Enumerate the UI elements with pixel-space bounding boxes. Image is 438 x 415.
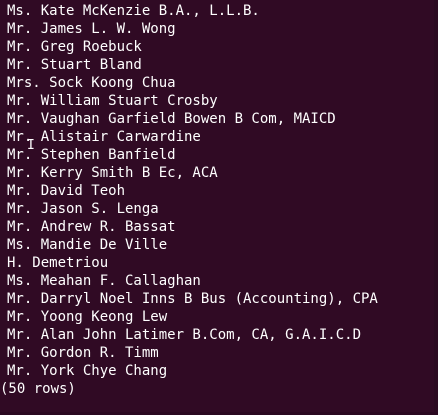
result-row: Ms. Meahan F. Callaghan [7,273,201,289]
result-row: Mr. Stephen Banfield [7,147,176,163]
result-row: Mr. Stuart Bland [7,57,142,73]
result-row: Mrs. Sock Koong Chua [7,75,176,91]
result-row: Mr. Jason S. Lenga [7,201,159,217]
result-row: H. Demetriou [7,255,109,271]
result-row: Mr. Alistair Carwardine [7,129,201,145]
result-row: Mr. Andrew R. Bassat [7,219,176,235]
result-row: Mr. Darryl Noel Inns B Bus (Accounting),… [7,291,378,307]
result-row: Ms. Kate McKenzie B.A., L.L.B. [7,3,260,19]
result-row: Mr. Gordon R. Timm [7,345,159,361]
row-count-footer: (50 rows) [0,381,76,397]
result-row: Mr. Greg Roebuck [7,39,142,55]
result-row: Mr. York Chye Chang [7,363,168,379]
result-row: Mr. David Teoh [7,183,126,199]
result-row: Mr. Alan John Latimer B.Com, CA, G.A.I.C… [7,327,362,343]
terminal-window[interactable]: Ms. Kate McKenzie B.A., L.L.B. Mr. James… [0,0,438,415]
result-row: Ms. Mandie De Ville [7,237,168,253]
result-row: Mr. James L. W. Wong [7,21,176,37]
result-row: Mr. Vaughan Garfield Bowen B Com, MAICD [7,111,336,127]
result-row: Mr. William Stuart Crosby [7,93,218,109]
text-cursor-icon: I [27,138,35,153]
query-output: Ms. Kate McKenzie B.A., L.L.B. Mr. James… [0,2,438,398]
scrollbar[interactable] [434,0,438,415]
result-row: Mr. Kerry Smith B Ec, ACA [7,165,218,181]
result-row: Mr. Yoong Keong Lew [7,309,168,325]
